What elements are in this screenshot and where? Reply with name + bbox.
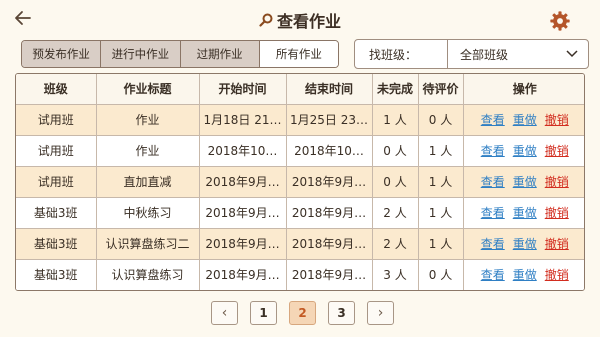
assignment-status-tabs: 预发布作业 进行中作业 过期作业 所有作业 [21, 40, 339, 68]
view-link[interactable]: 查看 [481, 173, 505, 190]
table-row: 试用班 作业 2018年10… 2018年10… 0 人 1 人 查看 重做 撤销 [16, 134, 584, 167]
cell-class: 试用班 [16, 134, 97, 167]
chevron-down-icon [566, 50, 578, 58]
tab-all[interactable]: 所有作业 [259, 41, 338, 67]
prev-page-button[interactable]: ‹ [211, 301, 238, 325]
cell-class: 试用班 [16, 165, 97, 198]
table-row: 基础3班 认识算盘练习二 2018年9月… 2018年9月… 2 人 1 人 查… [16, 227, 584, 260]
next-page-button[interactable]: › [367, 301, 394, 325]
cell-class: 基础3班 [16, 258, 97, 290]
cell-pending: 0 人 [417, 103, 464, 136]
cell-actions: 查看 重做 撤销 [462, 258, 584, 290]
assignments-table: 班级 作业标题 开始时间 结束时间 未完成 待评价 操作 试用班 作业 1月18… [16, 74, 584, 290]
page-title-group: 查看作业 [0, 8, 600, 32]
view-link[interactable]: 查看 [481, 235, 505, 252]
cell-incomplete: 2 人 [371, 227, 419, 260]
cell-incomplete: 3 人 [371, 258, 419, 290]
page-title: 查看作业 [276, 12, 341, 31]
column-header-class: 班级 [16, 74, 97, 105]
view-link[interactable]: 查看 [481, 142, 505, 159]
revoke-link[interactable]: 撤销 [545, 235, 569, 252]
table-row: 试用班 作业 1月18日 21… 1月25日 23… 1 人 0 人 查看 重做撤… [16, 103, 584, 136]
redo-link[interactable]: 重做 [513, 111, 537, 128]
column-header-actions: 操作 [462, 74, 584, 105]
tab-in-progress[interactable]: 进行中作业 [101, 41, 181, 67]
table-row: 基础3班 中秋练习 2018年9月… 2018年9月… 2 人 1 人 查看 重做… [16, 196, 584, 229]
cell-pending: 1 人 [417, 196, 464, 229]
cell-title: 直加直减 [95, 165, 200, 198]
class-filter-label: 找班级： [369, 47, 418, 62]
column-header-pending: 待评价 [417, 74, 464, 105]
assignments-table-container: 班级 作业标题 开始时间 结束时间 未完成 待评价 操作 试用班 作业 1月18… [15, 73, 585, 291]
cell-pending: 1 人 [417, 165, 464, 198]
table-row: 试用班 直加直减 2018年9月… 2018年9月… 0 人 1 人 查看 重做撤… [16, 165, 584, 198]
cell-title: 作业 [95, 134, 200, 167]
page-button-3[interactable]: 3 [328, 301, 355, 325]
cell-end: 1月25日 23… [285, 103, 373, 136]
cell-start: 2018年9月… [198, 227, 287, 260]
cell-start: 2018年9月… [198, 165, 287, 198]
cell-incomplete: 1 人 [371, 103, 419, 136]
cell-actions: 查看 重做 撤销 [462, 196, 584, 229]
table-row: 基础3班 认识算盘练习 2018年9月… 2018年9月… 3 人 0 人 查看… [16, 258, 584, 290]
revoke-link[interactable]: 撤销 [545, 173, 569, 190]
cell-end: 2018年9月… [285, 196, 373, 229]
cell-incomplete: 0 人 [371, 165, 419, 198]
pagination: ‹ 1 2 3 › [211, 301, 394, 325]
column-header-incomplete: 未完成 [371, 74, 419, 105]
class-filter: 找班级： 全部班级 [354, 39, 589, 69]
cell-end: 2018年10… [285, 134, 373, 167]
header-bar: 查看作业 [0, 0, 600, 40]
revoke-link[interactable]: 撤销 [545, 266, 569, 283]
cell-start: 2018年9月… [198, 258, 287, 290]
redo-link[interactable]: 重做 [513, 235, 537, 252]
settings-button[interactable] [549, 10, 571, 32]
tab-expired[interactable]: 过期作业 [180, 41, 260, 67]
gear-icon [550, 11, 570, 31]
cell-actions: 查看 重做 撤销 [462, 165, 584, 198]
cell-class: 试用班 [16, 103, 97, 136]
redo-link[interactable]: 重做 [513, 173, 537, 190]
cell-pending: 1 人 [417, 134, 464, 167]
cell-start: 1月18日 21… [198, 103, 287, 136]
page-button-2[interactable]: 2 [289, 301, 316, 325]
search-icon [259, 13, 273, 27]
cell-pending: 1 人 [417, 227, 464, 260]
cell-end: 2018年9月… [285, 227, 373, 260]
cell-actions: 查看 重做 撤销 [462, 103, 584, 136]
redo-link[interactable]: 重做 [513, 204, 537, 221]
cell-incomplete: 2 人 [371, 196, 419, 229]
page-button-1[interactable]: 1 [250, 301, 277, 325]
revoke-link[interactable]: 撤销 [545, 204, 569, 221]
revoke-link[interactable]: 撤销 [545, 111, 569, 128]
view-link[interactable]: 查看 [481, 204, 505, 221]
cell-title: 中秋练习 [95, 196, 200, 229]
cell-actions: 查看 重做 撤销 [462, 227, 584, 260]
cell-title: 认识算盘练习 [95, 258, 200, 290]
cell-class: 基础3班 [16, 227, 97, 260]
view-link[interactable]: 查看 [481, 111, 505, 128]
cell-actions: 查看 重做 撤销 [462, 134, 584, 167]
cell-end: 2018年9月… [285, 165, 373, 198]
table-header-row: 班级 作业标题 开始时间 结束时间 未完成 待评价 操作 [16, 74, 584, 105]
class-select-value: 全部班级 [460, 47, 509, 62]
redo-link[interactable]: 重做 [513, 266, 537, 283]
cell-pending: 0 人 [417, 258, 464, 290]
column-header-title: 作业标题 [95, 74, 200, 105]
cell-class: 基础3班 [16, 196, 97, 229]
cell-end: 2018年9月… [285, 258, 373, 290]
column-header-start: 开始时间 [198, 74, 287, 105]
cell-start: 2018年10… [198, 134, 287, 167]
column-header-end: 结束时间 [285, 74, 373, 105]
cell-incomplete: 0 人 [371, 134, 419, 167]
tab-prepublished[interactable]: 预发布作业 [22, 41, 102, 67]
cell-start: 2018年9月… [198, 196, 287, 229]
revoke-link[interactable]: 撤销 [545, 142, 569, 159]
redo-link[interactable]: 重做 [513, 142, 537, 159]
class-select-dropdown[interactable]: 全部班级 [448, 40, 588, 68]
view-link[interactable]: 查看 [481, 266, 505, 283]
cell-title: 认识算盘练习二 [95, 227, 200, 260]
cell-title: 作业 [95, 103, 200, 136]
